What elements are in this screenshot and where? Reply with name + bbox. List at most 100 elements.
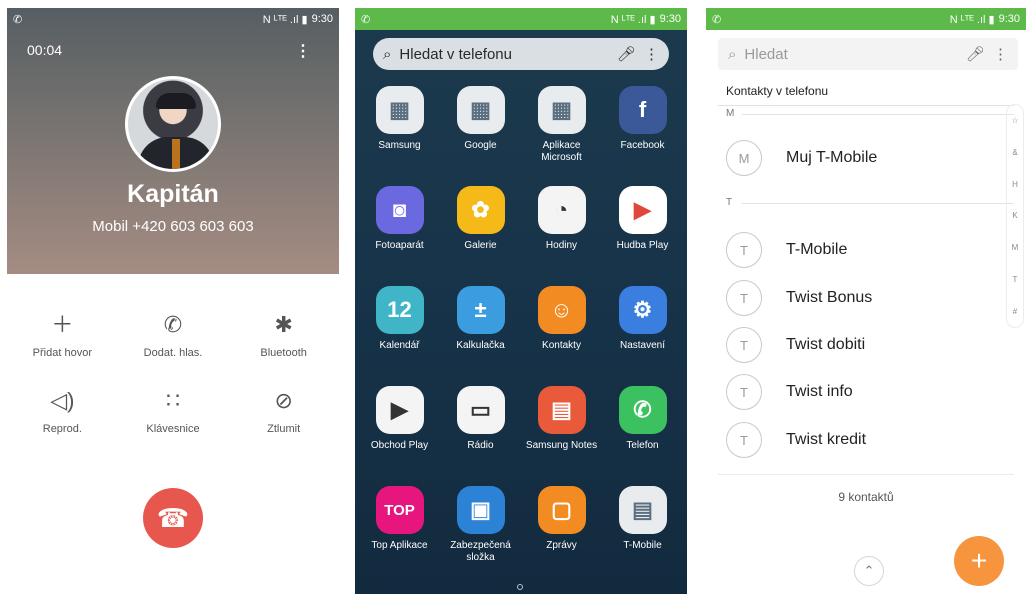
mute-button[interactable]: ⊘ Ztlumit (228, 389, 339, 436)
status-time: 9:30 (998, 13, 1020, 25)
contact-row[interactable]: T Twist info (726, 373, 853, 411)
app-label: T-Mobile (623, 540, 662, 551)
messages-icon: ▢ (537, 486, 586, 534)
plus-icon: + (970, 545, 988, 576)
contact-name: Twist Bonus (786, 289, 873, 306)
end-call-icon: ☎ (156, 502, 190, 533)
app-label: Galerie (464, 240, 497, 251)
app-radio[interactable]: ▭ Rádio (440, 386, 521, 468)
mic-icon[interactable]: 🎤︎ (966, 45, 985, 63)
call-actions: ＋ Přidat hovor ✆ Dodat. hlas. ✱ Bluetoot… (7, 312, 339, 436)
status-icons: N ᴸᵀᴱ .ıl ▮ (610, 13, 656, 26)
secure-folder-icon: ▣ (456, 486, 505, 534)
app-label: Samsung Notes (525, 440, 598, 451)
alphabet-index[interactable]: ☆ & H K M T # (1006, 104, 1024, 328)
section-divider (718, 105, 1014, 106)
contact-name: Twist info (786, 383, 853, 400)
keypad-button[interactable]: ∷ Klávesnice (118, 389, 229, 436)
count-divider (718, 474, 1014, 475)
index-letter[interactable]: ☆ (1011, 116, 1018, 125)
contact-initial: T (726, 232, 762, 268)
contact-row[interactable]: T Twist kredit (726, 421, 866, 459)
pilot-tie (172, 139, 180, 169)
call-status-icon: ✆ (361, 13, 371, 26)
calculator-icon: ± (456, 286, 505, 334)
speaker-icon: ◁) (50, 388, 75, 413)
app-label: Rádio (467, 440, 494, 451)
contact-initial: T (726, 374, 762, 410)
app-facebook[interactable]: f Facebook (602, 86, 683, 168)
mute-label: Ztlumit (267, 423, 301, 435)
contact-row[interactable]: T Twist Bonus (726, 279, 872, 317)
app-gallery[interactable]: ✿ Galerie (440, 186, 521, 268)
more-options-icon[interactable]: ⋮ (993, 45, 1008, 63)
contact-row[interactable]: T T-Mobile (726, 231, 847, 269)
app-camera[interactable]: ◙ Fotoaparát (359, 186, 440, 268)
contact-initial: T (726, 327, 762, 363)
app-messages[interactable]: ▢ Zprávy (521, 486, 602, 568)
app-search-placeholder: Hledat v telefonu (399, 45, 512, 63)
app-grid: ▦ Samsung ▦ Google ▦ Aplikace Microsoft f Faceb… (359, 86, 683, 568)
letter-divider (742, 114, 1014, 115)
app-phone[interactable]: ✆ Telefon (602, 386, 683, 468)
app-clock[interactable]: ◔ Hodiny (521, 186, 602, 268)
add-contact-button[interactable]: + (954, 536, 1004, 586)
index-letter[interactable]: # (1013, 307, 1017, 316)
more-options-icon[interactable]: ⋮ (644, 45, 659, 63)
app-notes[interactable]: ▤ Samsung Notes (521, 386, 602, 468)
extra-volume-label: Dodat. hlas. (143, 347, 203, 359)
index-letter[interactable]: K (1012, 211, 1017, 220)
app-search-bar[interactable]: ⌕ Hledat v telefonu 🎤︎ ⋮ (373, 38, 669, 70)
contact-initial: T (726, 422, 762, 458)
letter-header-m: M (726, 108, 735, 119)
app-label: Facebook (620, 140, 665, 151)
extra-volume-button[interactable]: ✆ Dodat. hlas. (118, 313, 229, 360)
add-call-button[interactable]: ＋ Přidat hovor (7, 312, 118, 360)
bluetooth-button[interactable]: ✱ Bluetooth (228, 312, 339, 360)
status-bar: ✆ N ᴸᵀᴱ .ıl ▮ 9:30 (706, 8, 1026, 30)
app-play-store[interactable]: ▶ Obchod Play (359, 386, 440, 468)
index-letter[interactable]: T (1013, 275, 1018, 284)
app-calculator[interactable]: ± Kalkulačka (440, 286, 521, 368)
search-icon: ⌕ (383, 45, 392, 63)
play-music-icon: ▶ (618, 186, 667, 234)
scroll-to-top-button[interactable]: ⌃ (854, 556, 884, 586)
contact-photo (125, 76, 221, 172)
contact-row[interactable]: M Muj T-Mobile (726, 139, 877, 177)
contacts-search-placeholder: Hledat (744, 45, 788, 63)
app-microsoft-folder[interactable]: ▦ Aplikace Microsoft (521, 86, 602, 168)
mic-icon[interactable]: 🎤︎ (617, 45, 636, 63)
contact-row[interactable]: T Twist dobiti (726, 326, 865, 364)
app-samsung-folder[interactable]: ▦ Samsung (359, 86, 440, 168)
index-letter[interactable]: & (1012, 148, 1017, 157)
chevron-up-icon: ⌃ (863, 563, 875, 578)
app-drawer-screen: ✆ N ᴸᵀᴱ .ıl ▮ 9:30 ⌕ Hledat v telefonu 🎤… (355, 8, 687, 594)
app-contacts[interactable]: ☺ Kontakty (521, 286, 602, 368)
contacts-screen: ✆ N ᴸᵀᴱ .ıl ▮ 9:30 ⌕ Hledat 🎤︎ ⋮ Kontakt… (706, 8, 1026, 594)
app-settings[interactable]: ⚙ Nastavení (602, 286, 683, 368)
contacts-search-bar[interactable]: ⌕ Hledat 🎤︎ ⋮ (718, 38, 1018, 70)
bluetooth-icon: ✱ (274, 312, 293, 337)
more-options-icon[interactable]: ⋮ (295, 41, 311, 61)
app-label: Fotoaparát (375, 240, 424, 251)
app-secure-folder[interactable]: ▣ Zabezpečená složka (440, 486, 521, 568)
call-status-icon: ✆ (13, 13, 23, 26)
index-letter[interactable]: H (1012, 180, 1018, 189)
index-letter[interactable]: M (1012, 243, 1019, 252)
app-top-apps[interactable]: TOP Top Aplikace (359, 486, 440, 568)
app-calendar[interactable]: 12 Kalendář (359, 286, 440, 368)
app-play-music[interactable]: ▶ Hudba Play (602, 186, 683, 268)
status-time: 9:30 (659, 13, 681, 25)
page-indicator (517, 584, 523, 590)
end-call-button[interactable]: ☎ (143, 488, 203, 548)
letter-divider (742, 203, 1014, 204)
calendar-icon: 12 (375, 286, 424, 334)
notes-icon: ▤ (537, 386, 586, 434)
app-label: Obchod Play (370, 440, 429, 451)
app-label: Hudba Play (616, 240, 669, 251)
contact-name: Twist dobiti (786, 336, 866, 353)
speaker-button[interactable]: ◁) Reprod. (7, 388, 118, 436)
app-t-mobile[interactable]: ▤ T-Mobile (602, 486, 683, 568)
plus-icon: ＋ (51, 312, 74, 337)
app-google-folder[interactable]: ▦ Google (440, 86, 521, 168)
